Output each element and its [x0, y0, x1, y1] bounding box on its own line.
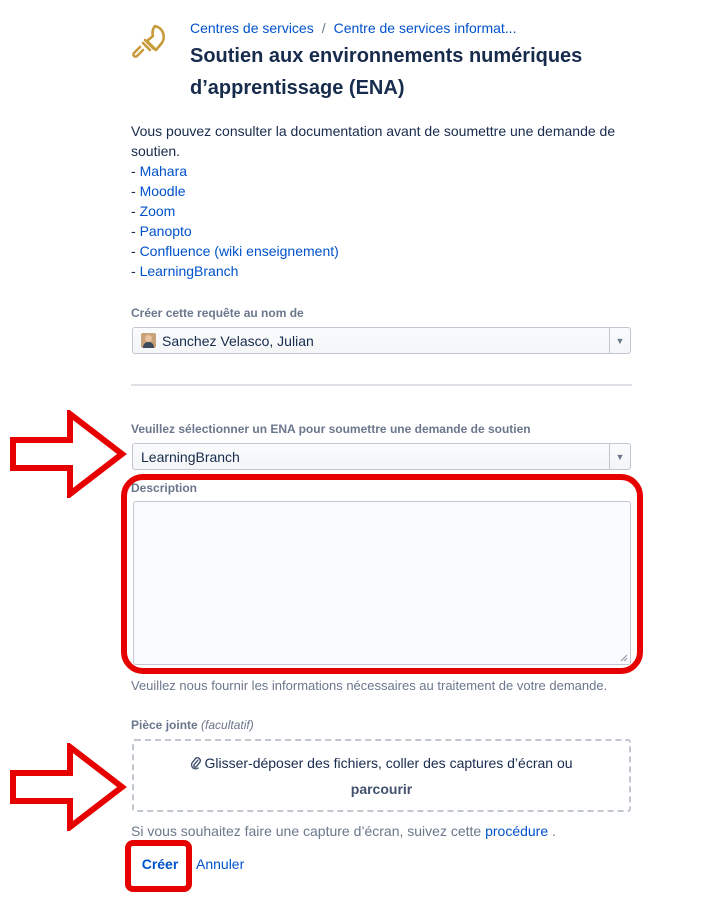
attachment-optional: (facultatif)	[201, 718, 254, 732]
avatar	[141, 333, 156, 348]
link-confluence[interactable]: Confluence (wiki enseignement)	[140, 243, 339, 259]
chevron-down-icon[interactable]: ▼	[609, 328, 630, 353]
annotation-arrow-icon	[10, 743, 127, 831]
breadcrumb-separator: /	[321, 20, 326, 36]
requester-label: Créer cette requête au nom de	[131, 306, 304, 320]
annotation-box-create	[125, 840, 192, 892]
attachment-dropzone[interactable]: Glisser-déposer des fichiers, coller des…	[132, 739, 631, 812]
screenshot-note: Si vous souhaitez faire une capture d’éc…	[131, 823, 556, 839]
link-learningbranch[interactable]: LearningBranch	[140, 263, 239, 279]
browse-link[interactable]: parcourir	[351, 781, 412, 797]
breadcrumb: Centres de services / Centre de services i…	[190, 20, 516, 36]
dash: -	[131, 203, 140, 219]
cancel-button[interactable]: Annuler	[196, 852, 244, 876]
requester-select[interactable]: Sanchez Velasco, Julian ▼	[132, 327, 631, 354]
breadcrumb-it-service-centre[interactable]: Centre de services informat...	[334, 20, 517, 36]
intro-paragraph: Vous pouvez consulter la documentation a…	[131, 123, 616, 159]
page-title: Soutien aux environnements numériques d’…	[190, 45, 583, 99]
procedure-link[interactable]: procédure	[485, 823, 548, 839]
screenshot-note-suffix: .	[552, 823, 556, 839]
annotation-box-description	[121, 474, 643, 674]
screenshot-note-text: Si vous souhaitez faire une capture d’éc…	[131, 823, 482, 839]
requester-value: Sanchez Velasco, Julian	[162, 332, 314, 349]
link-zoom[interactable]: Zoom	[140, 203, 176, 219]
intro-text: Vous pouvez consulter la documentation a…	[131, 121, 636, 281]
attachment-label-text: Pièce jointe	[131, 718, 198, 732]
dash: -	[131, 223, 140, 239]
link-moodle[interactable]: Moodle	[140, 183, 186, 199]
description-help: Veuillez nous fournir les informations n…	[131, 678, 608, 693]
dash: -	[131, 183, 140, 199]
dash: -	[131, 243, 140, 259]
link-panopto[interactable]: Panopto	[140, 223, 192, 239]
lightbulb-icon	[132, 24, 166, 58]
link-mahara[interactable]: Mahara	[140, 163, 187, 179]
ena-label: Veuillez sélectionner un ENA pour soumet…	[131, 422, 531, 436]
chevron-down-icon[interactable]: ▼	[609, 444, 630, 469]
dash: -	[131, 163, 140, 179]
paperclip-icon	[191, 757, 202, 770]
dash: -	[131, 263, 140, 279]
dropzone-text: Glisser-déposer des fichiers, coller des…	[204, 755, 573, 771]
breadcrumb-service-centres[interactable]: Centres de services	[190, 20, 314, 36]
divider	[131, 384, 632, 386]
annotation-arrow-icon	[10, 410, 127, 498]
ena-value: LearningBranch	[141, 448, 240, 465]
ena-select[interactable]: LearningBranch ▼	[132, 443, 631, 470]
attachment-label: Pièce jointe (facultatif)	[131, 718, 254, 732]
